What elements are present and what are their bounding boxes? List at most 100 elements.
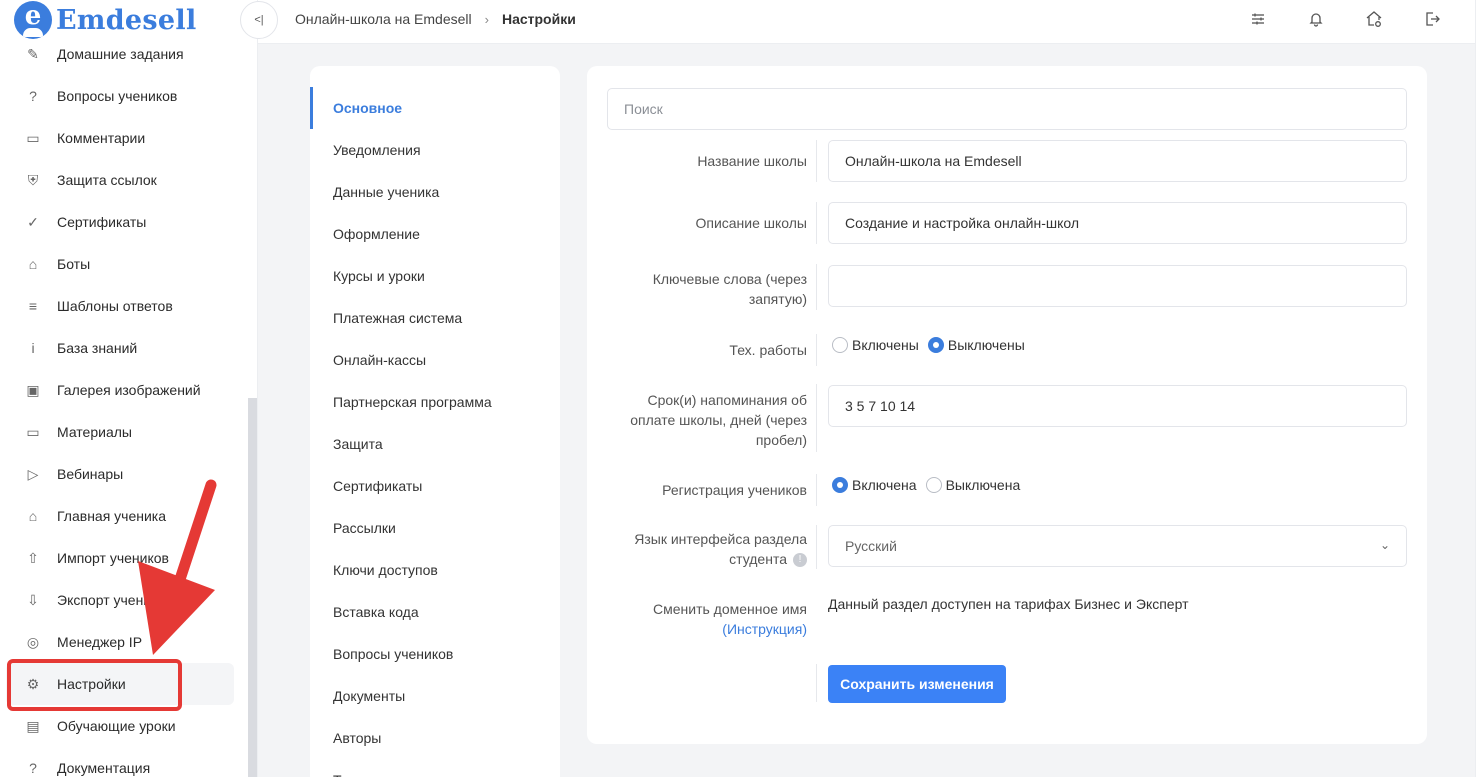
collapse-sidebar-button[interactable]: <| — [240, 1, 278, 39]
breadcrumb-school-link[interactable]: Онлайн-школа на Emdesell — [295, 11, 472, 27]
download-icon: ⇩ — [27, 591, 39, 608]
home-icon: ⌂ — [28, 508, 38, 524]
sidebar-item[interactable]: ⇩ Экспорт учеников — [0, 579, 248, 621]
question-circle-icon: ? — [29, 88, 37, 104]
sidebar-item[interactable]: ⌂ Главная ученика — [0, 495, 248, 537]
language-select[interactable]: Русский ⌄ — [828, 525, 1407, 567]
domain-availability-text: Данный раздел доступен на тарифах Бизнес… — [828, 596, 1189, 612]
reminder-days-input[interactable]: 3 5 7 10 14 — [828, 385, 1407, 427]
info-icon[interactable]: ! — [793, 553, 807, 568]
settings-nav-item[interactable]: Партнерская программа — [310, 381, 560, 423]
sidebar-scrollbar[interactable] — [248, 398, 257, 777]
settings-search-input[interactable] — [607, 88, 1407, 130]
settings-nav-item[interactable]: Документы — [310, 675, 560, 717]
sidebar-item-label: Вопросы учеников — [57, 88, 178, 104]
settings-nav-item[interactable]: Защита — [310, 423, 560, 465]
sidebar-item[interactable]: ▭ Комментарии — [0, 117, 248, 159]
domain-label: Сменить доменное имя (Инструкция) — [653, 601, 807, 637]
sidebar-item[interactable]: ◎ Менеджер IP — [0, 621, 248, 663]
sidebar-item-label: База знаний — [57, 340, 138, 356]
keywords-input[interactable] — [828, 265, 1407, 307]
settings-nav-item[interactable]: Онлайн-кассы — [310, 339, 560, 381]
sidebar-item[interactable]: ✓ Сертификаты — [0, 201, 248, 243]
sidebar-item[interactable]: ⛨ Защита ссылок — [0, 159, 248, 201]
registration-on-radio[interactable] — [832, 477, 848, 493]
filters-icon[interactable] — [1247, 8, 1269, 30]
settings-nav-item[interactable]: Основное — [310, 87, 560, 129]
sidebar-item[interactable]: ? Документация — [0, 747, 248, 777]
sidebar-item[interactable]: ⇧ Импорт учеников — [0, 537, 248, 579]
sidebar-item-label: Сертификаты — [57, 214, 147, 230]
registration-on-label[interactable]: Включена — [852, 477, 917, 493]
settings-nav-item[interactable]: Оформление — [310, 213, 560, 255]
sidebar-item[interactable]: i База знаний — [0, 327, 248, 369]
settings-nav-item[interactable]: Те — [310, 759, 560, 777]
shield-icon: ⛨ — [27, 171, 39, 188]
school-description-row: Описание школы Создание и настройка онла… — [587, 202, 1427, 244]
settings-nav-item[interactable]: Данные ученика — [310, 171, 560, 213]
maintenance-on-label[interactable]: Включены — [852, 337, 919, 353]
sidebar-item[interactable]: ⌂ Боты — [0, 243, 248, 285]
maintenance-on-radio[interactable] — [832, 337, 848, 353]
settings-nav: Основное Уведомления Данные ученика Оформле… — [310, 66, 560, 777]
school-name-input[interactable]: Онлайн-школа на Emdesell — [828, 140, 1407, 182]
keywords-label: Ключевые слова (через запятую) — [652, 271, 807, 307]
save-row: Сохранить изменения — [587, 664, 1427, 703]
settings-nav-item[interactable]: Вставка кода — [310, 591, 560, 633]
breadcrumb-current: Настройки — [501, 11, 576, 27]
save-changes-button[interactable]: Сохранить изменения — [828, 665, 1006, 703]
upload-icon: ⇧ — [27, 549, 39, 566]
sidebar-item[interactable]: ▭ Материалы — [0, 411, 248, 453]
maintenance-off-radio[interactable] — [927, 337, 944, 353]
reminder-days-label: Срок(и) напоминания об оплате школы, дне… — [630, 392, 807, 448]
film-icon: ▤ — [26, 717, 40, 734]
sidebar-item[interactable]: ≡ Шаблоны ответов — [0, 285, 248, 327]
sidebar-item-label: Документация — [57, 760, 151, 776]
registration-off-radio[interactable] — [925, 477, 942, 493]
sidebar-item[interactable]: ▤ Обучающие уроки — [0, 705, 248, 747]
sidebar-item-label: Защита ссылок — [57, 172, 157, 188]
school-name-row: Название школы Онлайн-школа на Emdesell — [587, 140, 1427, 182]
settings-nav-item[interactable]: Рассылки — [310, 507, 560, 549]
settings-nav-item[interactable]: Платежная система — [310, 297, 560, 339]
sidebar-item[interactable]: ✎ Домашние задания — [0, 33, 248, 75]
maintenance-off-label[interactable]: Выключены — [948, 337, 1025, 353]
sidebar-item-label: Галерея изображений — [57, 382, 201, 398]
target-icon: ◎ — [26, 633, 40, 650]
registration-row: Регистрация учеников Включена Выключена — [587, 474, 1427, 506]
maintenance-row: Тех. работы Включены Выключены — [587, 334, 1427, 366]
domain-row: Сменить доменное имя (Инструкция) Данный… — [587, 591, 1427, 641]
home-settings-icon[interactable] — [1363, 8, 1385, 30]
sidebar-item-label: Домашние задания — [57, 46, 184, 62]
sidebar-item[interactable]: ? Вопросы учеников — [0, 75, 248, 117]
registration-off-label[interactable]: Выключена — [946, 477, 1021, 493]
question-square-icon: ? — [29, 760, 37, 776]
language-select-value: Русский — [845, 538, 897, 554]
settings-nav-item[interactable]: Курсы и уроки — [310, 255, 560, 297]
bell-icon[interactable] — [1305, 8, 1327, 30]
robot-icon: ⌂ — [28, 256, 38, 272]
annotation-highlight-box — [7, 659, 182, 711]
settings-nav-item[interactable]: Сертификаты — [310, 465, 560, 507]
sidebar-item-label: Комментарии — [57, 130, 146, 146]
language-label: Язык интерфейса раздела студента! — [634, 531, 807, 568]
sidebar-item[interactable]: ▷ Вебинары — [0, 453, 248, 495]
settings-nav-item[interactable]: Ключи доступов — [310, 549, 560, 591]
list-icon: ≡ — [28, 298, 38, 314]
sidebar-item-label: Менеджер IP — [57, 634, 143, 650]
sidebar-item-label: Вебинары — [57, 466, 124, 482]
sidebar-item[interactable]: ▣ Галерея изображений — [0, 369, 248, 411]
maintenance-label: Тех. работы — [729, 342, 807, 358]
registration-label: Регистрация учеников — [662, 482, 807, 498]
info-circle-icon: i — [31, 340, 35, 356]
settings-nav-item[interactable]: Авторы — [310, 717, 560, 759]
logout-icon[interactable] — [1421, 8, 1443, 30]
main-scrollbar[interactable] — [1475, 0, 1483, 777]
domain-instruction-link[interactable]: (Инструкция) — [722, 621, 807, 637]
sidebar-item-label: Экспорт учеников — [57, 592, 173, 608]
school-description-input[interactable]: Создание и настройка онлайн-школ — [828, 202, 1407, 244]
settings-form: Название школы Онлайн-школа на Emdesell … — [587, 66, 1427, 744]
settings-nav-item[interactable]: Уведомления — [310, 129, 560, 171]
school-name-label: Название школы — [697, 153, 807, 169]
settings-nav-item[interactable]: Вопросы учеников — [310, 633, 560, 675]
